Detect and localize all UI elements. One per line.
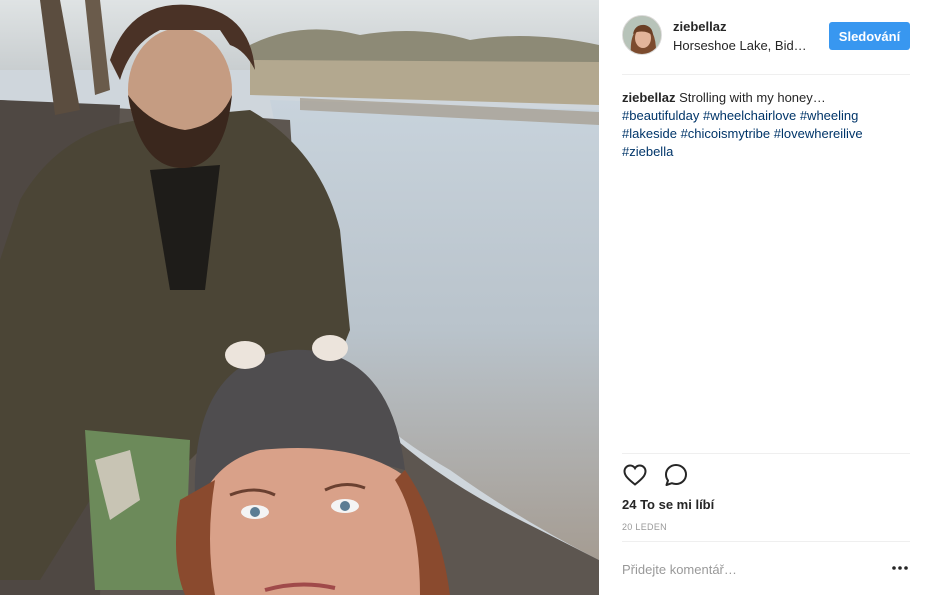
hashtag-link[interactable]: #ziebella <box>622 144 673 159</box>
post-header: ziebellaz Horseshoe Lake, Bid… Sledování <box>622 13 910 59</box>
header-location[interactable]: Horseshoe Lake, Bid… <box>673 38 807 53</box>
likes-count[interactable]: 24 To se mi líbí <box>622 497 714 512</box>
post-date: 20 LEDEN <box>622 522 667 532</box>
caption-username[interactable]: ziebellaz <box>622 90 675 105</box>
divider <box>622 541 910 542</box>
avatar[interactable] <box>622 15 662 55</box>
hashtag-link[interactable]: #wheelchairlove <box>703 108 796 123</box>
comment-form <box>622 555 910 585</box>
header-username[interactable]: ziebellaz <box>673 19 726 34</box>
caption-text: Strolling with my honey… <box>679 90 826 105</box>
follow-button[interactable]: Sledování <box>829 22 910 50</box>
divider <box>622 453 910 454</box>
post-photo[interactable] <box>0 0 599 595</box>
divider <box>622 74 910 75</box>
heart-outline-icon[interactable] <box>622 462 648 488</box>
photo-illustration <box>0 0 599 595</box>
post-caption: ziebellaz Strolling with my honey… #beau… <box>622 89 910 161</box>
comment-input[interactable] <box>622 557 877 581</box>
post-side-panel: ziebellaz Horseshoe Lake, Bid… Sledování… <box>599 0 933 595</box>
more-options-icon[interactable] <box>890 560 910 576</box>
hashtag-link[interactable]: #lovewhereilive <box>774 126 863 141</box>
instagram-post-view: ziebellaz Horseshoe Lake, Bid… Sledování… <box>0 0 933 595</box>
avatar-image <box>623 16 661 54</box>
hashtag-link[interactable]: #beautifulday <box>622 108 699 123</box>
hashtag-link[interactable]: #chicoismytribe <box>681 126 771 141</box>
hashtag-link[interactable]: #lakeside <box>622 126 677 141</box>
speech-bubble-icon[interactable] <box>663 462 689 488</box>
hashtag-link[interactable]: #wheeling <box>800 108 859 123</box>
